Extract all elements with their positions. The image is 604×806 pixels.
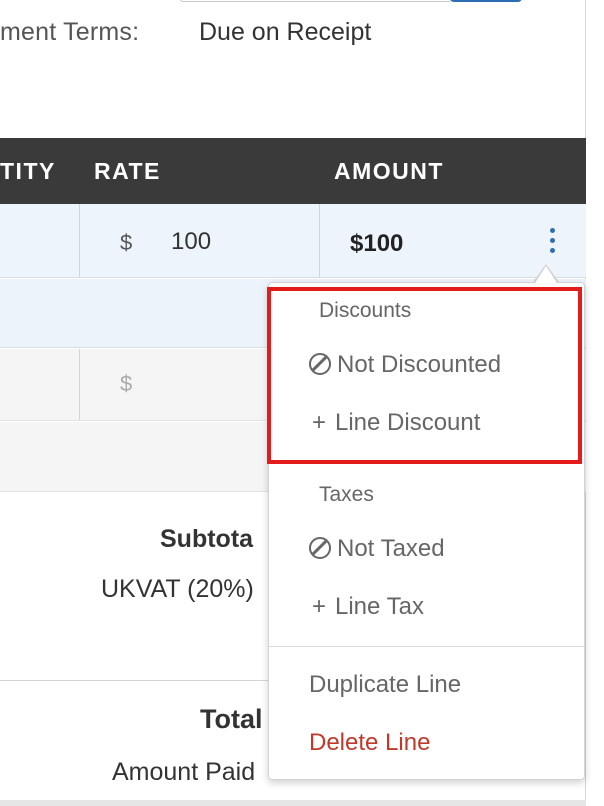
delete-line-option[interactable]: Delete Line: [309, 729, 430, 757]
highlight-box: [267, 287, 582, 464]
cell-divider: [79, 349, 80, 420]
tax-label: UKVAT (20%): [101, 575, 254, 603]
subtotal-label: Subtota: [160, 525, 254, 553]
total-label: Total: [200, 704, 263, 734]
rate-column-header: RATE: [94, 158, 161, 184]
amount-paid-label: Amount Paid: [112, 758, 256, 786]
line-tax-option[interactable]: + Line Tax: [307, 593, 424, 621]
duplicate-line-option[interactable]: Duplicate Line: [309, 671, 461, 699]
dropdown-caret-fill: [535, 266, 557, 283]
cell-divider: [319, 204, 320, 277]
taxes-header: Taxes: [319, 483, 374, 506]
payment-terms-label: ment Terms:: [0, 18, 140, 46]
rate-currency-symbol: $: [120, 230, 133, 255]
not-allowed-icon: [309, 537, 331, 559]
line-items-header: TITY RATE AMOUNT: [0, 138, 586, 204]
top-button[interactable]: [450, 0, 522, 2]
cell-divider: [79, 204, 80, 277]
line-tax-label: Line Tax: [335, 593, 424, 620]
not-taxed-label: Not Taxed: [337, 535, 445, 562]
rate-currency-symbol: $: [120, 371, 133, 396]
line-item-row[interactable]: $ 100 $100: [0, 204, 586, 278]
amount-column-header: AMOUNT: [334, 158, 444, 184]
quantity-column-header: TITY: [0, 158, 56, 184]
kebab-menu-icon[interactable]: [545, 228, 559, 258]
menu-divider: [269, 646, 584, 647]
not-taxed-option[interactable]: Not Taxed: [309, 535, 445, 563]
line-amount: $100: [350, 230, 404, 257]
plus-icon: +: [311, 593, 326, 620]
top-input-field[interactable]: [180, 0, 452, 2]
footer-bar: [0, 800, 586, 806]
payment-terms-value: Due on Receipt: [199, 18, 372, 46]
rate-input[interactable]: 100: [171, 228, 211, 256]
